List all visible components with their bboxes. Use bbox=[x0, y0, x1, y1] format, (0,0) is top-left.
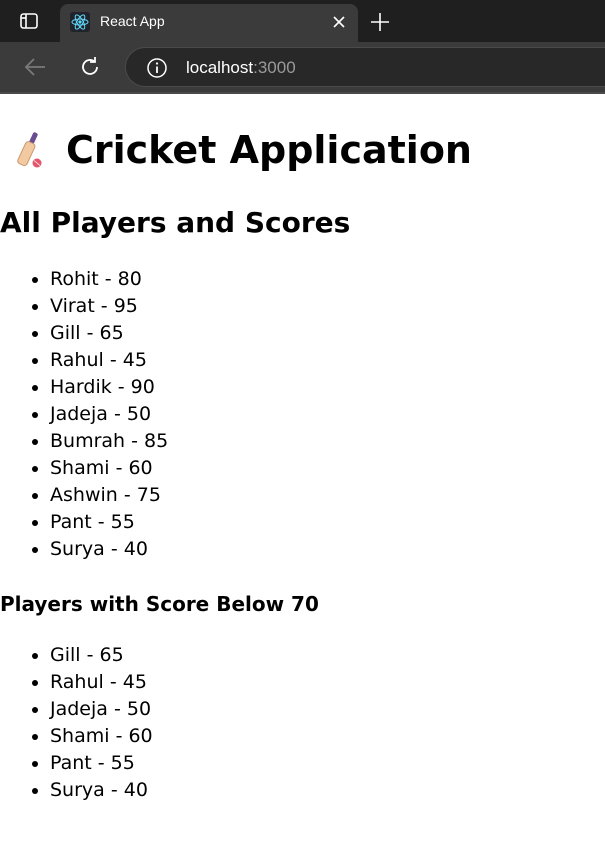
tab-actions-button[interactable] bbox=[0, 0, 58, 42]
all-players-heading: All Players and Scores bbox=[0, 206, 351, 239]
list-item: Shami - 60 bbox=[50, 723, 153, 750]
tab-actions-icon bbox=[20, 13, 38, 29]
tab-close-button[interactable] bbox=[330, 13, 348, 31]
list-item: Jadeja - 50 bbox=[50, 696, 153, 723]
reload-icon bbox=[82, 57, 98, 75]
url-text[interactable]: localhost:3000 bbox=[186, 58, 296, 78]
all-players-list: Rohit - 80 Virat - 95 Gill - 65 Rahul - … bbox=[0, 266, 168, 563]
cricket-bat-icon bbox=[17, 132, 42, 168]
list-item: Surya - 40 bbox=[50, 536, 168, 563]
reload-button[interactable] bbox=[77, 54, 103, 80]
url-host: localhost bbox=[186, 58, 254, 77]
list-item: Jadeja - 50 bbox=[50, 401, 168, 428]
list-item: Rahul - 45 bbox=[50, 347, 168, 374]
list-item: Shami - 60 bbox=[50, 455, 168, 482]
list-item: Hardik - 90 bbox=[50, 374, 168, 401]
back-arrow-icon bbox=[24, 58, 45, 76]
new-tab-button[interactable] bbox=[368, 10, 392, 34]
list-item: Ashwin - 75 bbox=[50, 482, 168, 509]
browser-tabstrip: React App bbox=[0, 0, 605, 42]
list-item: Pant - 55 bbox=[50, 750, 153, 777]
info-icon[interactable] bbox=[146, 57, 168, 79]
list-item: Rahul - 45 bbox=[50, 669, 153, 696]
app-title-text: Cricket Application bbox=[66, 128, 472, 172]
list-item: Pant - 55 bbox=[50, 509, 168, 536]
list-item: Surya - 40 bbox=[50, 777, 153, 804]
list-item: Bumrah - 85 bbox=[50, 428, 168, 455]
browser-toolbar: localhost:3000 bbox=[0, 42, 605, 92]
close-icon bbox=[333, 16, 345, 28]
list-item: Virat - 95 bbox=[50, 293, 168, 320]
below-70-heading: Players with Score Below 70 bbox=[0, 592, 319, 616]
list-item: Gill - 65 bbox=[50, 642, 153, 669]
url-port: :3000 bbox=[253, 58, 296, 77]
list-item: Rohit - 80 bbox=[50, 266, 168, 293]
tab-title: React App bbox=[100, 13, 165, 29]
below-70-players-list: Gill - 65 Rahul - 45 Jadeja - 50 Shami -… bbox=[0, 642, 153, 804]
react-logo-icon bbox=[70, 12, 90, 32]
page-title: Cricket Application bbox=[10, 127, 472, 173]
browser-tab-active[interactable]: React App bbox=[60, 4, 358, 42]
back-button[interactable] bbox=[22, 54, 48, 80]
list-item: Gill - 65 bbox=[50, 320, 168, 347]
plus-icon bbox=[371, 13, 389, 31]
page-content: Cricket Application All Players and Scor… bbox=[0, 94, 605, 864]
address-bar[interactable]: localhost:3000 bbox=[125, 47, 605, 87]
